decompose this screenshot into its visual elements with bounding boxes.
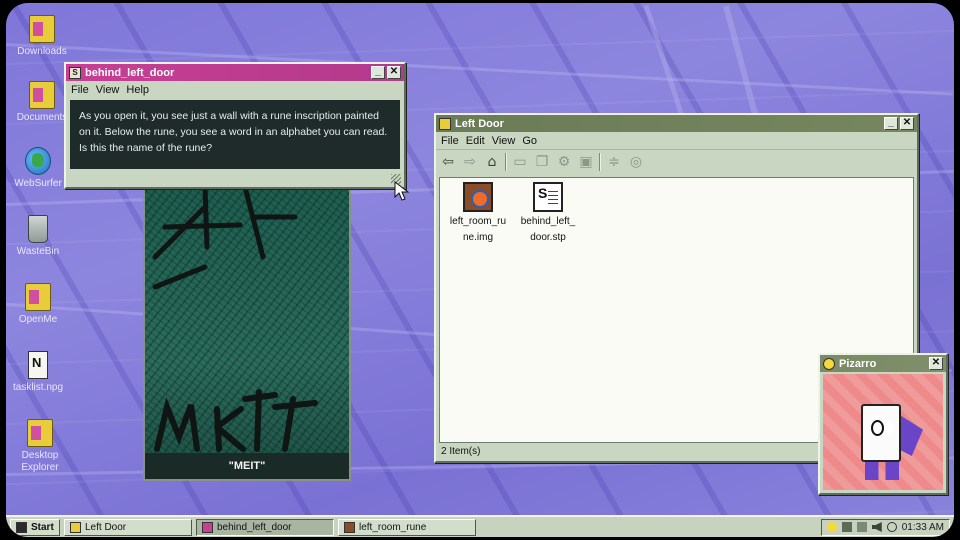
taskbar: Start Left Door behind_left_door left_ro… [6,515,954,537]
taskbar-item-label: left_room_rune [359,521,427,533]
taskbar-item-left-room-rune[interactable]: left_room_rune [338,518,476,536]
desktop-icon-tasklist[interactable]: tasklist.npg [6,351,70,394]
delete-icon[interactable]: ▣ [577,153,595,171]
desktop-icon-desktop-explorer[interactable]: Desktop Explorer [8,419,72,474]
close-icon[interactable]: ✕ [929,357,943,370]
menu-file[interactable]: File [441,135,459,147]
rune-inscription [152,187,318,452]
folder-icon [25,283,51,311]
character-legs [865,462,899,480]
file-item-behind-left-door[interactable]: behind_left_ door.stp [514,182,582,246]
rune-image-window[interactable]: "MEIT" [143,185,351,481]
assistant-window[interactable]: Pizarro ✕ [818,353,948,495]
dialog-title: behind_left_door [85,66,175,79]
desktop-icon-downloads[interactable]: Downloads [10,15,74,58]
desktop-icon-label: WasteBin [16,246,60,257]
lightbulb-icon[interactable] [826,522,837,532]
menu-help[interactable]: Help [126,84,149,96]
dialog-text: As you open it, you see just a wall with… [70,100,400,169]
forward-arrow-icon[interactable]: ⇨ [461,153,479,171]
assistant-titlebar[interactable]: Pizarro ✕ [820,355,946,372]
globe-icon [25,147,51,175]
explorer-menubar: File Edit View Go [436,132,917,149]
stp-file-icon [533,182,563,212]
menu-go[interactable]: Go [522,135,537,147]
taskbar-item-left-door[interactable]: Left Door [64,518,192,536]
dialog-menubar: File View Help [66,81,404,98]
close-icon[interactable]: ✕ [387,66,401,79]
rune-caption: "MEIT" [145,453,349,479]
explorer-title: Left Door [455,117,504,130]
menu-edit[interactable]: Edit [466,135,485,147]
copy-icon[interactable]: ❐ [533,153,551,171]
menu-file[interactable]: File [71,84,89,96]
properties-icon[interactable]: ≑ [605,153,623,171]
minimize-icon[interactable]: _ [884,117,898,130]
taskbar-item-label: behind_left_door [217,521,292,533]
desktop-icon-label: OpenMe [18,314,58,325]
document-icon [28,351,48,379]
rune-word [154,389,318,452]
taskbar-item-behind-left-door[interactable]: behind_left_door [196,518,334,536]
back-arrow-icon[interactable]: ⇦ [439,153,457,171]
dialog-titlebar[interactable]: S behind_left_door _ ✕ [66,64,404,81]
desktop-icon-openme[interactable]: OpenMe [6,283,70,326]
network-icon[interactable] [841,522,852,532]
refresh-icon[interactable]: ◎ [627,153,645,171]
up-folder-icon[interactable]: ⌂ [483,153,501,171]
file-item-left-room-rune[interactable]: left_room_ru ne.img [444,182,512,246]
folder-icon [70,521,81,533]
desktop-icon-label: Desktop Explorer [21,450,59,473]
mouse-cursor-icon [394,181,410,201]
taskbar-clock[interactable]: 01:33 AM [902,522,944,533]
file-label: left_room_ru ne.img [449,216,507,243]
desktop: Downloads Documents WebSurfer WasteBin O… [6,3,954,537]
clock-icon [886,522,897,532]
file-label: behind_left_ door.stp [520,216,576,243]
start-button[interactable]: Start [10,518,60,536]
close-icon[interactable]: ✕ [900,117,914,130]
app-icon [202,521,213,533]
notepad-character-icon [861,404,901,462]
explorer-toolbar: ⇦ ⇨ ⌂ ▭ ❐ ⚙ ▣ ≑ ◎ [436,149,917,173]
assistant-title: Pizarro [839,357,877,370]
display-icon[interactable] [856,522,867,532]
menu-view[interactable]: View [492,135,516,147]
image-file-icon [344,521,355,533]
folder-icon [439,117,451,130]
system-tray: 01:33 AM [820,518,950,536]
dialog-window[interactable]: S behind_left_door _ ✕ File View Help As… [64,62,406,189]
lightbulb-icon [823,357,835,370]
image-file-icon [463,182,493,212]
folder-icon [27,419,53,447]
toolbar-separator [599,152,601,171]
start-label: Start [31,521,54,533]
folder-icon [29,81,55,109]
assistant-character[interactable] [823,374,943,490]
start-logo-icon [16,521,27,533]
volume-icon[interactable] [871,522,882,532]
explorer-titlebar[interactable]: Left Door _ ✕ [436,115,917,132]
desktop-icon-wastebin[interactable]: WasteBin [6,215,70,258]
taskbar-item-label: Left Door [85,521,127,533]
cut-icon[interactable]: ▭ [511,153,529,171]
desktop-icon-label: Downloads [17,46,67,57]
settings-gear-icon[interactable]: ⚙ [555,153,573,171]
minimize-icon[interactable]: _ [371,66,385,79]
desktop-icon-label: tasklist.npg [12,382,64,393]
toolbar-separator [505,152,507,171]
desktop-icon-websurfer[interactable]: WebSurfer [6,147,70,190]
folder-icon [29,15,55,43]
trash-icon [28,215,48,243]
desktop-icon-label: WebSurfer [14,178,62,189]
menu-view[interactable]: View [96,84,120,96]
app-icon: S [69,66,81,79]
